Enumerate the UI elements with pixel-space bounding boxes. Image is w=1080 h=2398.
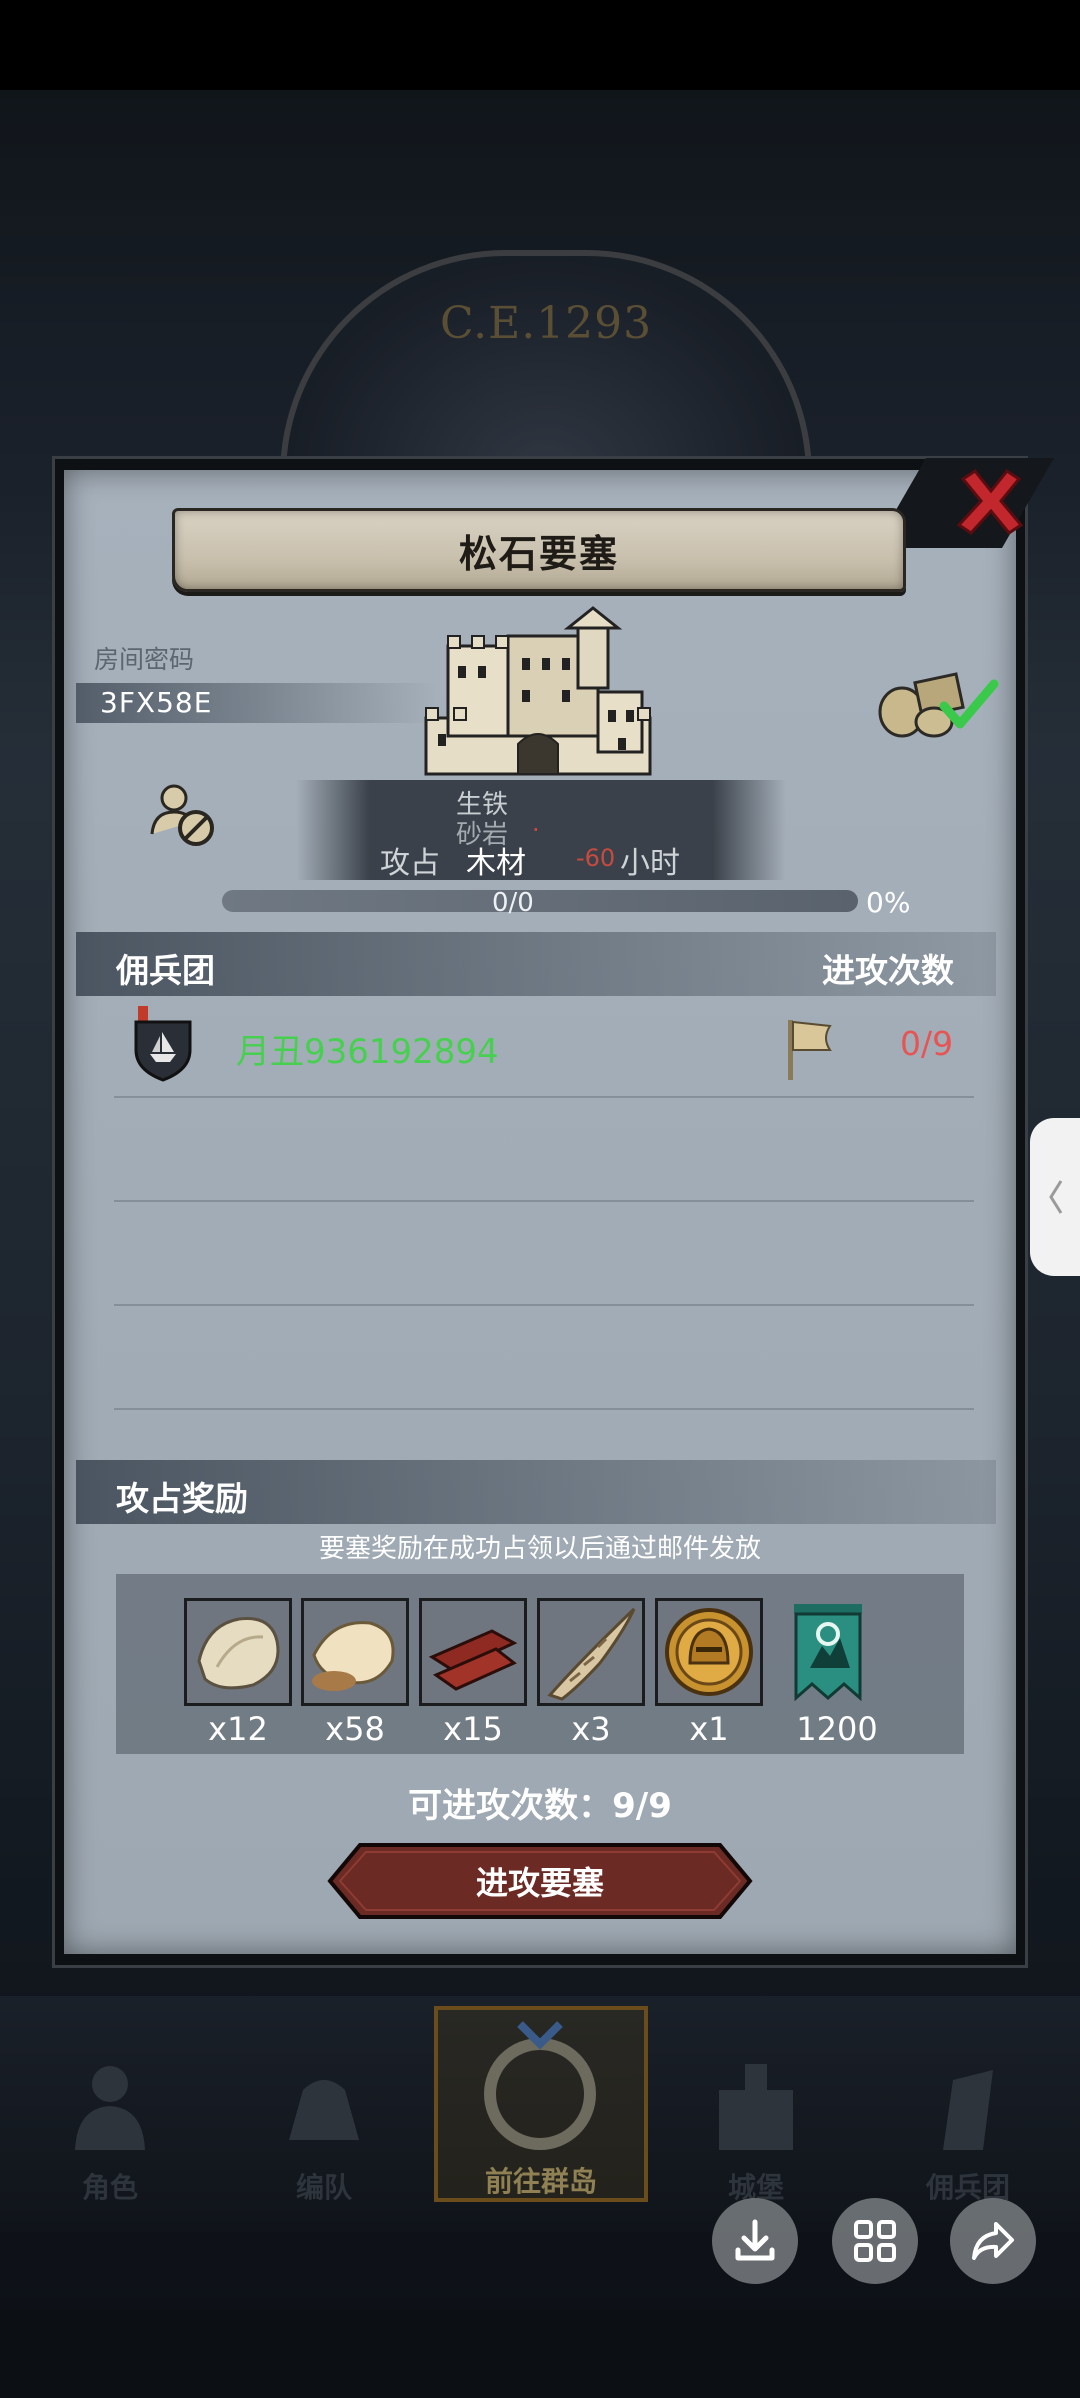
- reward-qty: x58: [325, 1710, 385, 1748]
- attack-fortress-button[interactable]: 进攻要塞: [326, 1842, 754, 1920]
- reward-item-guild-banner[interactable]: [786, 1598, 870, 1706]
- list-divider: [114, 1408, 974, 1410]
- fortress-castle-icon: [424, 606, 652, 776]
- resource-panel: [296, 780, 786, 880]
- room-code-value[interactable]: 3FX58E: [100, 686, 212, 719]
- close-icon: [956, 468, 1024, 536]
- resource-wood-label: 木材: [466, 846, 526, 881]
- reward-item-wood-planks[interactable]: [419, 1598, 527, 1706]
- download-icon: [735, 2219, 775, 2261]
- knight-helmet-coin-icon: [665, 1608, 753, 1696]
- reward-qty: x15: [443, 1710, 503, 1748]
- reward-section-title: 攻占奖励: [116, 1479, 248, 1518]
- attack-count-title: 进攻次数: [822, 951, 954, 990]
- castle-nav-icon: [719, 2064, 793, 2150]
- nav-item-character[interactable]: 角色: [30, 2050, 190, 2210]
- list-divider: [114, 1200, 974, 1202]
- nav-item-islands[interactable]: [460, 2020, 620, 2180]
- attack-flag-icon: [788, 1020, 832, 1080]
- mercenary-nav-icon: [943, 2070, 993, 2150]
- nav-label: 角色: [81, 2171, 138, 2204]
- no-members-icon: [150, 784, 214, 846]
- guild-shield-icon: [134, 1006, 192, 1082]
- share-button[interactable]: [950, 2198, 1036, 2284]
- nav-item-castle[interactable]: 城堡: [676, 2050, 836, 2210]
- member-name[interactable]: 月丑936192894: [236, 1024, 499, 1073]
- reward-item-fur-pelt[interactable]: [301, 1598, 409, 1706]
- mercenary-section-title: 佣兵团: [116, 951, 215, 990]
- horn-icon: [547, 1607, 636, 1701]
- nav-item-formation[interactable]: 编队: [244, 2050, 404, 2210]
- reward-item-hide-pelt[interactable]: [184, 1598, 292, 1706]
- chevron-left-icon: [1049, 1180, 1063, 1214]
- resource-sandstone-value: ·: [532, 816, 540, 844]
- reward-note: 要塞奖励在成功占领以后通过邮件发放: [318, 1534, 761, 1564]
- compass-icon: [484, 2021, 596, 2150]
- reward-item-horn[interactable]: [537, 1598, 645, 1706]
- list-divider: [114, 1096, 974, 1098]
- side-drawer-handle[interactable]: [1030, 1118, 1080, 1276]
- character-icon: [75, 2066, 145, 2150]
- fortress-title: 松石要塞: [172, 508, 906, 592]
- room-code-label: 房间密码: [94, 645, 195, 674]
- wood-planks-icon: [428, 1629, 518, 1691]
- progress-percent: 0%: [866, 886, 911, 919]
- guild-banner-icon: [794, 1604, 862, 1702]
- reward-qty: 1200: [796, 1710, 878, 1748]
- attacks-remaining: 可进攻次数：9/9: [408, 1786, 672, 1826]
- grid-icon: [854, 2220, 896, 2262]
- supplies-claimed-icon[interactable]: [874, 666, 1000, 740]
- download-button[interactable]: [712, 2198, 798, 2284]
- progress-count: 0/0: [492, 888, 534, 918]
- share-icon: [972, 2222, 1014, 2260]
- reward-qty: x1: [689, 1710, 729, 1748]
- formation-icon: [289, 2080, 359, 2140]
- attack-time-suffix: 小时: [620, 846, 680, 881]
- nav-item-mercenary[interactable]: 佣兵团: [888, 2050, 1048, 2210]
- reward-qty: x3: [571, 1710, 611, 1748]
- nav-label: 编队: [295, 2171, 352, 2204]
- grid-menu-button[interactable]: [832, 2198, 918, 2284]
- attack-fortress-label: 进攻要塞: [475, 1864, 604, 1902]
- nav-label-active: 前往群岛: [484, 2165, 597, 2198]
- list-divider: [114, 1304, 974, 1306]
- nav-label: 佣兵团: [925, 2171, 1010, 2204]
- reward-item-knight-coin[interactable]: [655, 1598, 763, 1706]
- close-button[interactable]: [950, 462, 1030, 542]
- resource-wood-value: -60: [576, 844, 616, 872]
- status-bar-area: [0, 0, 1080, 90]
- reward-qty: x12: [208, 1710, 268, 1748]
- hide-pelt-icon: [197, 1616, 280, 1690]
- occupation-progress-bar: [222, 890, 858, 912]
- member-attack-count: 0/9: [900, 1024, 954, 1063]
- fur-pelt-icon: [312, 1621, 395, 1691]
- attack-time-prefix: 攻占: [380, 846, 440, 881]
